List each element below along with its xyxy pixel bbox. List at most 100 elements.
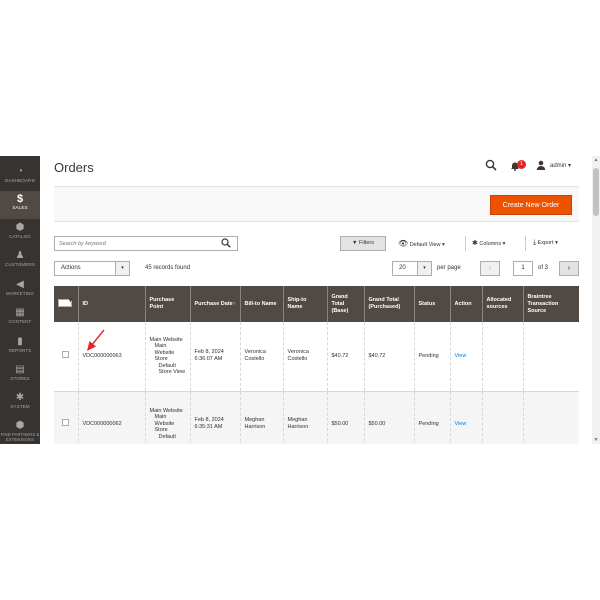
mass-select-dropdown[interactable] xyxy=(58,298,72,307)
sidebar-item-sales[interactable]: $ SALES xyxy=(0,191,40,219)
sort-arrow-icon: ↑ xyxy=(232,300,236,307)
search-icon[interactable] xyxy=(485,159,497,174)
mass-actions-select[interactable]: Actions ▾ xyxy=(54,261,130,276)
sidebar-item-label: CUSTOMERS xyxy=(4,262,36,267)
per-page-label: per page xyxy=(437,265,461,271)
column-header-purchase-date[interactable]: Purchase Date ↑ xyxy=(189,286,240,322)
download-icon: ⤓ xyxy=(533,239,537,246)
search-input[interactable] xyxy=(59,239,209,249)
sidebar-item-label: REPORTS xyxy=(8,348,32,353)
main-content: Orders 1 admin ▾ Create New Order ▼ Filt… xyxy=(40,156,592,444)
cube-icon: ⬢ xyxy=(15,222,25,233)
store-icon: ▤ xyxy=(15,364,25,375)
toolbar-divider xyxy=(465,236,466,251)
purchase-point-line: Main Website Store xyxy=(154,414,175,434)
sidebar-item-label: SYSTEM xyxy=(10,404,30,409)
select-all-checkbox[interactable] xyxy=(54,286,78,322)
scroll-up-icon[interactable]: ▲ xyxy=(592,156,600,164)
sidebar-item-customers[interactable]: ♟ CUSTOMERS xyxy=(0,248,40,276)
order-status: Pending xyxy=(413,391,450,444)
export-label: Export xyxy=(537,240,554,246)
default-view-dropdown[interactable]: 👁 Default View ▾ xyxy=(398,239,445,248)
row-select-cell xyxy=(54,391,78,444)
admin-username: admin xyxy=(550,163,567,169)
notifications-badge: 1 xyxy=(517,160,526,169)
sidebar-item-label: SALES xyxy=(12,205,28,210)
order-status: Pending xyxy=(413,322,450,392)
grand-total-purchased: $50.00 xyxy=(363,391,414,444)
row-checkbox[interactable] xyxy=(62,351,70,359)
sidebar-item-extensions[interactable]: ⬢ FIND PARTNERS & EXTENSIONS xyxy=(0,418,40,444)
purchase-point: Main Website Main Website Store Default xyxy=(144,391,190,444)
view-order-link[interactable]: View xyxy=(455,421,467,427)
column-header-total-base[interactable]: Grand Total (Base) xyxy=(326,286,364,322)
export-dropdown[interactable]: ⤓ Export ▾ xyxy=(533,239,558,247)
view-order-link[interactable]: View xyxy=(455,353,467,359)
per-page-select[interactable]: 20 ▾ xyxy=(392,261,432,276)
chevron-down-icon: ▾ xyxy=(568,163,572,169)
chevron-down-icon: ▾ xyxy=(417,262,431,275)
content-icon: ▦ xyxy=(15,307,25,318)
sidebar-item-stores[interactable]: ▤ STORES xyxy=(0,362,40,390)
chevron-down-icon: ▾ xyxy=(442,242,445,248)
search-icon[interactable] xyxy=(221,238,231,250)
sidebar-item-system[interactable]: ✱ SYSTEM xyxy=(0,390,40,418)
orders-grid: ID Purchase Point Purchase Date ↑ Bill-t… xyxy=(54,286,579,444)
row-checkbox[interactable] xyxy=(62,419,70,426)
create-new-order-button[interactable]: Create New Order xyxy=(490,195,572,215)
column-header-allocated-sources[interactable]: Allocated sources xyxy=(481,286,523,322)
next-page-button[interactable]: › xyxy=(559,261,579,276)
sidebar-item-label: STORES xyxy=(10,376,30,381)
column-header-bill-to[interactable]: Bill-to Name xyxy=(239,286,283,322)
braintree-source xyxy=(522,322,579,392)
table-row[interactable]: VDC000000063 Main Website Main Website S… xyxy=(54,322,579,392)
admin-user-menu[interactable]: admin ▾ xyxy=(550,162,571,169)
page-number-input[interactable]: 1 xyxy=(513,261,533,276)
eye-icon: 👁 xyxy=(398,239,409,248)
extensions-icon: ⬢ xyxy=(15,420,25,431)
sidebar-item-content[interactable]: ▦ CONTENT xyxy=(0,305,40,333)
ship-to-name: Meghan Harrison xyxy=(282,391,327,444)
scroll-down-icon[interactable]: ▼ xyxy=(592,436,600,444)
records-count: 45 records found xyxy=(145,265,191,271)
column-header-id[interactable]: ID xyxy=(77,286,145,322)
user-icon[interactable] xyxy=(536,160,546,173)
dollar-icon: $ xyxy=(16,193,24,205)
page-scrollbar[interactable]: ▲ ▼ xyxy=(592,156,600,444)
grid-header-row: ID Purchase Point Purchase Date ↑ Bill-t… xyxy=(54,286,579,322)
annotation-arrow-icon xyxy=(87,329,105,351)
sidebar-item-reports[interactable]: ▮ REPORTS xyxy=(0,334,40,362)
scrollbar-thumb[interactable] xyxy=(593,168,599,216)
sidebar-item-dashboard[interactable]: ◔ DASHBOARD xyxy=(0,164,40,192)
default-view-label: Default View xyxy=(409,242,441,248)
purchase-point-line: Default Store View xyxy=(158,362,186,376)
purchase-point: Main Website Main Website Store Default … xyxy=(144,322,190,392)
column-header-status[interactable]: Status xyxy=(413,286,450,322)
purchase-date: Feb 8, 2024 6:35:31 AM xyxy=(189,391,240,444)
person-icon: ♟ xyxy=(15,250,25,261)
previous-page-button[interactable]: ‹ xyxy=(480,261,500,276)
sidebar-item-marketing[interactable]: ◀ MARKETING xyxy=(0,277,40,305)
column-header-total-purchased[interactable]: Grand Total (Purchased) xyxy=(363,286,414,322)
filters-button[interactable]: ▼ Filters xyxy=(340,236,386,251)
page-actions-bar: Create New Order xyxy=(54,186,579,222)
purchase-date: Feb 8, 2024 6:36:07 AM xyxy=(189,322,240,392)
actions-label: Actions xyxy=(61,265,81,271)
gear-icon: ✱ xyxy=(472,240,478,247)
table-row[interactable]: VDC000000062 Main Website Main Website S… xyxy=(54,391,579,444)
toolbar-divider xyxy=(525,236,526,251)
purchase-point-line: Main Website Store xyxy=(154,343,175,363)
admin-sidebar: ◔ DASHBOARD $ SALES ⬢ CATALOG ♟ CUSTOMER… xyxy=(0,156,40,444)
per-page-value: 20 xyxy=(399,265,406,271)
column-header-purchase-point[interactable]: Purchase Point xyxy=(144,286,190,322)
column-header-braintree-source[interactable]: Braintree Transaction Source xyxy=(522,286,579,322)
bar-chart-icon: ▮ xyxy=(17,336,23,347)
column-header-ship-to[interactable]: Ship-to Name xyxy=(282,286,327,322)
grand-total-base: $40.72 xyxy=(326,322,364,392)
chevron-down-icon: ▾ xyxy=(555,240,558,246)
keyword-search xyxy=(54,236,238,251)
sidebar-item-label: CATALOG xyxy=(9,234,31,239)
columns-dropdown[interactable]: ✱ Columns ▾ xyxy=(472,239,505,247)
sidebar-item-catalog[interactable]: ⬢ CATALOG xyxy=(0,220,40,248)
allocated-sources xyxy=(481,322,523,392)
